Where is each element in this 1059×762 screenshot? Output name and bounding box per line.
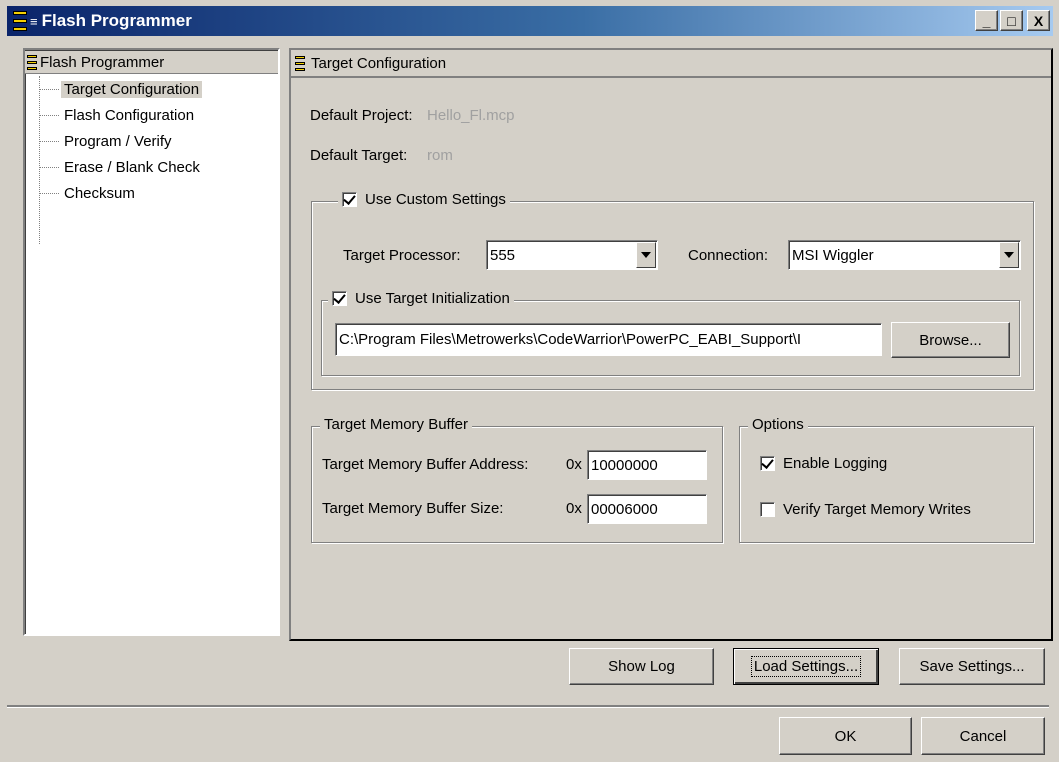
tree-item-checksum[interactable]: Checksum <box>39 182 138 204</box>
target-processor-dropdown-button[interactable] <box>636 242 656 268</box>
buffer-address-prefix: 0x <box>566 456 582 473</box>
custom-settings-group: Use Custom Settings Target Processor: 55… <box>311 191 1034 390</box>
system-menu-icon[interactable]: ≡ <box>30 14 38 29</box>
connection-combobox[interactable]: MSI Wiggler <box>788 240 1021 270</box>
flash-programmer-icon <box>295 55 305 71</box>
options-legend: Options <box>748 416 808 433</box>
target-initialization-path-input[interactable]: C:\Program Files\Metrowerks\CodeWarrior\… <box>335 323 882 356</box>
default-project-label: Default Project: <box>310 107 413 124</box>
buffer-address-input[interactable]: 10000000 <box>587 450 707 480</box>
chevron-down-icon <box>1004 252 1014 258</box>
tree-item-erase-blank-check[interactable]: Erase / Blank Check <box>39 156 203 178</box>
default-target-label: Default Target: <box>310 147 408 164</box>
close-button[interactable]: X <box>1027 10 1050 31</box>
tree-item-label: Flash Configuration <box>64 106 195 124</box>
target-memory-buffer-group: Target Memory Buffer Target Memory Buffe… <box>311 416 723 543</box>
connection-dropdown-button[interactable] <box>999 242 1019 268</box>
target-processor-label: Target Processor: <box>343 247 461 264</box>
show-log-button-label: Show Log <box>608 658 675 675</box>
options-legend-text: Options <box>752 416 804 433</box>
use-custom-settings-label: Use Custom Settings <box>365 191 506 208</box>
use-custom-settings-checkbox[interactable]: Use Custom Settings <box>338 191 510 208</box>
buffer-address-value: 10000000 <box>591 456 658 474</box>
minimize-button[interactable]: _ <box>975 10 998 31</box>
chevron-down-icon <box>641 252 651 258</box>
panel-title: Target Configuration <box>311 54 447 72</box>
target-processor-combobox[interactable]: 555 <box>486 240 658 270</box>
tree-item-label: Checksum <box>64 184 135 202</box>
default-project-value: Hello_Fl.mcp <box>427 107 515 124</box>
load-settings-button[interactable]: Load Settings... <box>733 648 879 685</box>
target-configuration-panel: Target Configuration Default Project: He… <box>289 48 1053 641</box>
verify-target-memory-writes-label: Verify Target Memory Writes <box>783 501 971 518</box>
enable-logging-label: Enable Logging <box>783 455 888 472</box>
tree-item-label: Erase / Blank Check <box>64 158 200 176</box>
tree-item-target-configuration[interactable]: Target Configuration <box>39 78 203 100</box>
tree-item-label: Program / Verify <box>64 132 172 150</box>
connection-label: Connection: <box>688 247 769 264</box>
tree-root-flash-programmer[interactable]: Flash Programmer <box>25 51 278 74</box>
cancel-button-label: Cancel <box>959 727 1007 745</box>
buffer-address-label: Target Memory Buffer Address: <box>322 456 529 473</box>
show-log-button[interactable]: Show Log <box>569 648 714 685</box>
maximize-icon: □ <box>1007 12 1016 29</box>
options-group: Options Enable Logging Verify Target Mem… <box>739 416 1034 543</box>
flash-programmer-window: ≡ Flash Programmer _ □ X Flash Programme… <box>0 0 1059 762</box>
verify-target-memory-writes-check[interactable] <box>760 502 775 517</box>
cancel-button[interactable]: Cancel <box>921 717 1045 755</box>
minimize-icon: _ <box>982 12 991 29</box>
close-icon: X <box>1033 12 1044 29</box>
use-target-initialization-checkbox[interactable]: Use Target Initialization <box>328 290 514 307</box>
use-custom-settings-check[interactable] <box>342 192 357 207</box>
tree-item-flash-configuration[interactable]: Flash Configuration <box>39 104 197 126</box>
target-memory-buffer-legend-text: Target Memory Buffer <box>324 416 468 433</box>
connection-value: MSI Wiggler <box>792 246 874 264</box>
ok-button[interactable]: OK <box>779 717 912 755</box>
default-target-value: rom <box>427 147 453 164</box>
maximize-button[interactable]: □ <box>1000 10 1023 31</box>
bottom-separator <box>7 705 1049 708</box>
flash-programmer-icon <box>27 54 37 70</box>
browse-button[interactable]: Browse... <box>891 322 1010 358</box>
tree-root-label: Flash Programmer <box>40 53 165 71</box>
window-title: Flash Programmer <box>41 11 192 30</box>
save-settings-button[interactable]: Save Settings... <box>899 648 1045 685</box>
browse-button-label: Browse... <box>919 331 982 349</box>
ok-button-label: OK <box>834 727 857 745</box>
buffer-size-input[interactable]: 00006000 <box>587 494 707 524</box>
target-initialization-group: Use Target Initialization C:\Program Fil… <box>321 290 1020 376</box>
buffer-size-prefix: 0x <box>566 500 582 517</box>
panel-header: Target Configuration <box>291 50 1051 78</box>
target-initialization-path-value: C:\Program Files\Metrowerks\CodeWarrior\… <box>339 331 802 348</box>
flash-programmer-app-icon <box>13 11 27 31</box>
buffer-size-label: Target Memory Buffer Size: <box>322 500 504 517</box>
title-bar[interactable]: ≡ Flash Programmer _ □ X <box>7 6 1053 36</box>
buffer-size-value: 00006000 <box>591 500 658 518</box>
target-memory-buffer-legend: Target Memory Buffer <box>320 416 472 433</box>
tree-item-program-verify[interactable]: Program / Verify <box>39 130 175 152</box>
load-settings-button-label: Load Settings... <box>750 656 862 677</box>
enable-logging-checkbox[interactable]: Enable Logging <box>760 455 887 472</box>
use-target-initialization-check[interactable] <box>332 291 347 306</box>
verify-target-memory-writes-checkbox[interactable]: Verify Target Memory Writes <box>760 501 971 518</box>
save-settings-button-label: Save Settings... <box>919 658 1025 675</box>
navigation-tree[interactable]: Flash Programmer Target Configuration Fl… <box>23 48 280 636</box>
target-processor-value: 555 <box>490 246 516 264</box>
use-target-initialization-label: Use Target Initialization <box>355 290 510 307</box>
tree-item-label: Target Configuration <box>61 80 203 98</box>
enable-logging-check[interactable] <box>760 456 775 471</box>
